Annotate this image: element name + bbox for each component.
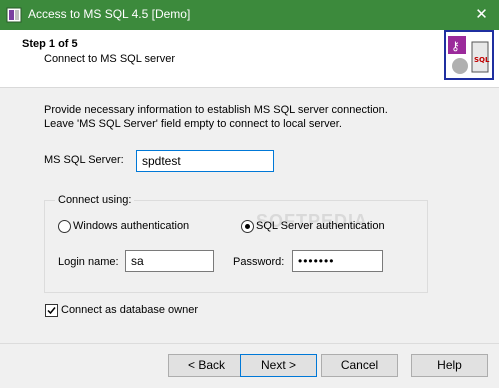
sql-auth-radio[interactable] <box>241 220 254 233</box>
login-label: Login name: <box>58 256 119 268</box>
wizard-header: Step 1 of 5 Connect to MS SQL server ⚷ S… <box>0 30 499 88</box>
connect-using-title: Connect using: <box>55 194 135 206</box>
server-input[interactable]: spdtest <box>136 150 274 172</box>
app-icon <box>6 7 22 23</box>
window-title: Access to MS SQL 4.5 [Demo] <box>28 7 191 21</box>
password-input[interactable]: ••••••• <box>292 250 383 272</box>
svg-text:SQL: SQL <box>474 56 490 64</box>
sql-auth-label[interactable]: SQL Server authentication <box>256 220 385 232</box>
password-label: Password: <box>233 256 285 268</box>
step-indicator: Step 1 of 5 <box>22 38 78 50</box>
help-button[interactable]: Help <box>411 354 488 377</box>
db-owner-checkbox[interactable] <box>45 304 58 317</box>
server-label: MS SQL Server: <box>44 154 124 166</box>
step-subtitle: Connect to MS SQL server <box>44 53 176 65</box>
windows-auth-label[interactable]: Windows authentication <box>73 220 189 232</box>
title-bar: Access to MS SQL 4.5 [Demo] ✕ <box>0 0 499 30</box>
back-button[interactable]: < Back <box>168 354 245 377</box>
db-owner-label[interactable]: Connect as database owner <box>61 304 198 316</box>
intro-text-line1: Provide necessary information to establi… <box>44 104 388 116</box>
svg-text:⚷: ⚷ <box>451 39 460 53</box>
login-input[interactable]: sa <box>125 250 214 272</box>
wizard-content: Provide necessary information to establi… <box>0 89 499 343</box>
checkmark-icon <box>47 307 56 315</box>
intro-text-line2: Leave 'MS SQL Server' field empty to con… <box>44 118 342 130</box>
close-button[interactable]: ✕ <box>464 0 499 30</box>
cancel-button[interactable]: Cancel <box>321 354 398 377</box>
next-button[interactable]: Next > <box>240 354 317 377</box>
connect-using-group <box>44 200 428 293</box>
footer-separator <box>0 343 499 344</box>
windows-auth-radio[interactable] <box>58 220 71 233</box>
db-converter-logo-icon: ⚷ SQL <box>444 30 494 80</box>
